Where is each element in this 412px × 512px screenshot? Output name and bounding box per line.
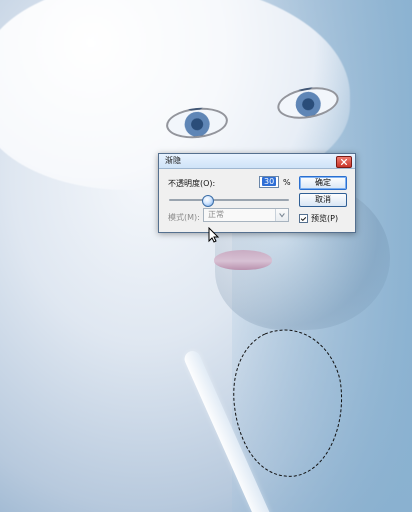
opacity-input[interactable]: 30 [259,176,279,188]
background-photo [0,0,412,512]
cancel-button[interactable]: 取消 [299,193,347,207]
opacity-slider[interactable] [169,195,289,243]
close-button[interactable] [336,156,352,168]
mode-label: 模式(M): [168,213,200,222]
dialog-content: 不透明度(O): 30 % 模式(M): 正常 确定 取消 预览(P) [159,169,355,243]
dialog-titlebar: 渐隐 [159,154,355,169]
slider-thumb[interactable] [202,195,214,207]
preview-checkbox[interactable] [299,214,308,223]
opacity-label: 不透明度(O): [168,179,216,188]
mode-select[interactable]: 正常 [203,208,289,222]
check-icon [300,216,307,221]
ok-button[interactable]: 确定 [299,176,347,190]
chevron-down-icon [279,213,285,218]
slider-track [169,199,289,201]
dialog-title: 渐隐 [165,156,181,165]
mode-value: 正常 [208,210,224,219]
preview-toggle[interactable]: 预览(P) [299,213,338,224]
cursor-icon [208,227,220,243]
mode-dropdown-button[interactable] [275,209,288,221]
fade-dialog: 渐隐 不透明度(O): 30 % 模式(M): 正常 确定 取消 预览(P) [158,153,356,243]
opacity-unit: % [283,178,291,187]
opacity-value: 30 [262,177,277,186]
lips [214,250,272,270]
close-icon [340,158,348,166]
preview-label: 预览(P) [311,214,339,223]
